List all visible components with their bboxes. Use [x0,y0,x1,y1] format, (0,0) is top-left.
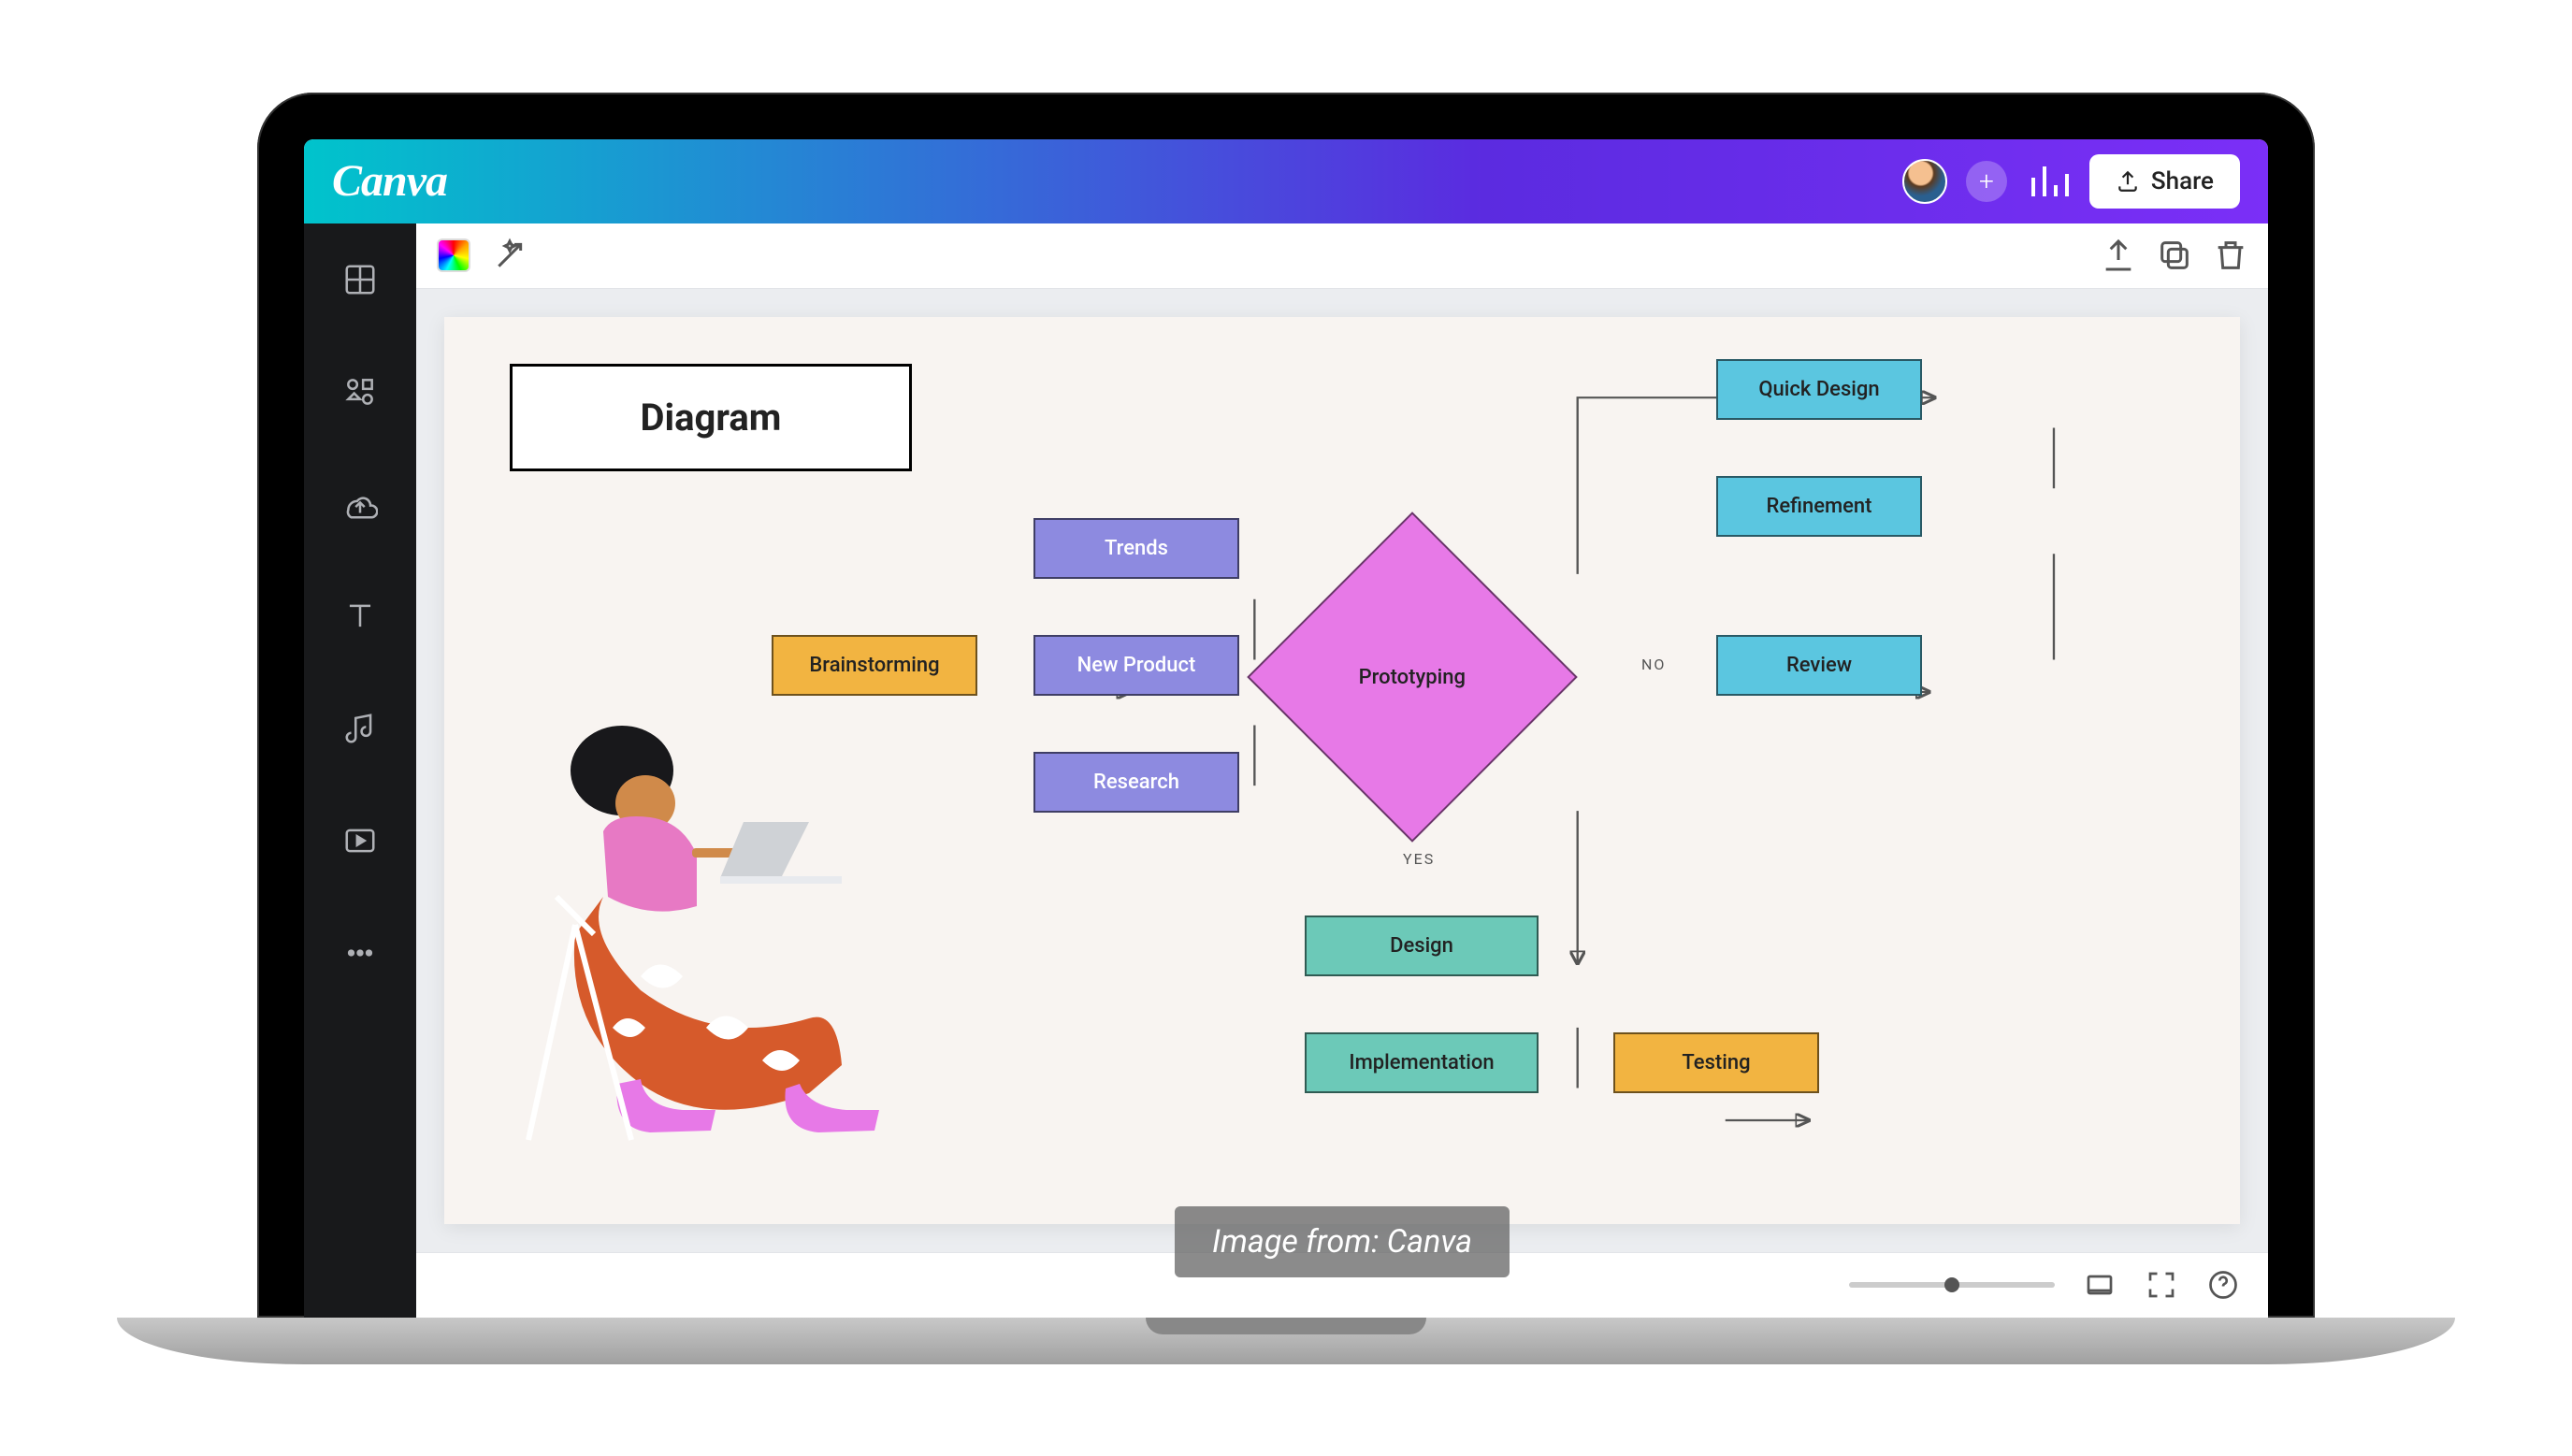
sidebar-templates-icon[interactable] [332,252,388,308]
sidebar-uploads-icon[interactable] [332,476,388,532]
node-prototyping[interactable]: Prototyping [1247,512,1578,843]
node-trends[interactable]: Trends [1033,518,1239,579]
node-prototyping-label: Prototyping [1359,665,1466,688]
node-implementation[interactable]: Implementation [1305,1032,1539,1093]
context-toolbar [416,223,2268,289]
app-logo[interactable]: Canva [332,155,447,207]
node-refinement[interactable]: Refinement [1716,476,1922,537]
node-research[interactable]: Research [1033,752,1239,813]
app-window: Canva + Share [304,139,2268,1318]
main-area: Diagram Brainstorming Trends New Product… [304,223,2268,1318]
share-button[interactable]: Share [2089,154,2240,209]
add-button[interactable]: + [1966,161,2007,202]
fullscreen-icon[interactable] [2145,1268,2178,1302]
node-design[interactable]: Design [1305,915,1539,976]
node-quick-design[interactable]: Quick Design [1716,359,1922,420]
app-header: Canva + Share [304,139,2268,223]
sidebar-elements-icon[interactable] [332,364,388,420]
delete-icon[interactable] [2212,237,2249,274]
export-icon[interactable] [2100,237,2137,274]
laptop-screen-bezel: Canva + Share [257,93,2315,1318]
sidebar-video-icon[interactable] [332,813,388,869]
sidebar-more-icon[interactable] [332,925,388,981]
edge-label-no: NO [1641,656,1666,673]
duplicate-icon[interactable] [2156,237,2193,274]
image-caption: Image from: Canva [1175,1206,1510,1277]
laptop-base [117,1318,2455,1364]
node-testing[interactable]: Testing [1613,1032,1819,1093]
diagram-title-box[interactable]: Diagram [510,364,912,471]
sidebar-text-icon[interactable] [332,588,388,644]
node-new-product[interactable]: New Product [1033,635,1239,696]
left-sidebar [304,223,416,1318]
bottom-status-bar: Image from: Canva [416,1252,2268,1318]
design-canvas[interactable]: Diagram Brainstorming Trends New Product… [444,317,2240,1224]
magic-icon[interactable] [491,237,528,274]
share-label: Share [2151,167,2214,195]
color-picker-icon[interactable] [435,237,472,274]
person-illustration[interactable] [500,691,987,1159]
help-icon[interactable] [2206,1268,2240,1302]
node-review[interactable]: Review [1716,635,1922,696]
work-area: Diagram Brainstorming Trends New Product… [416,223,2268,1318]
sidebar-audio-icon[interactable] [332,700,388,757]
zoom-slider[interactable] [1849,1282,2055,1288]
edge-label-yes: YES [1403,850,1435,868]
user-avatar[interactable] [1902,159,1947,204]
analytics-icon[interactable] [2026,159,2071,204]
node-brainstorming[interactable]: Brainstorming [772,635,977,696]
grid-view-icon[interactable] [2083,1268,2117,1302]
laptop-mockup: Canva + Share [257,93,2315,1364]
canvas-wrap: Diagram Brainstorming Trends New Product… [416,289,2268,1252]
